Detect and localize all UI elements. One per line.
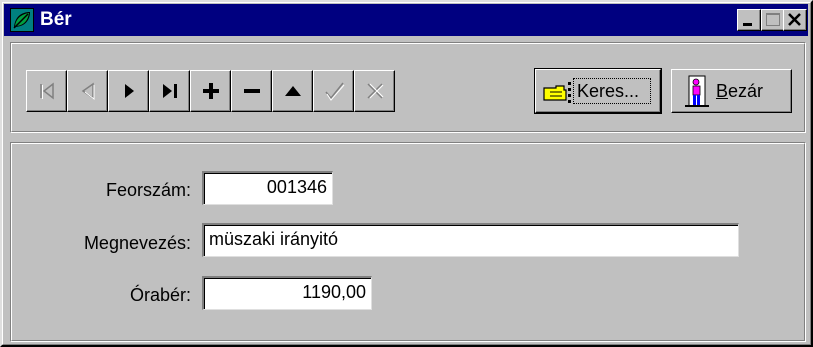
first-icon — [40, 82, 54, 100]
close-icon — [788, 13, 801, 26]
prior-icon — [81, 82, 95, 101]
application-window: Bér Keres... Bezár Feorszám: 001346 Megn… — [0, 0, 813, 347]
navigator-toolbar: Keres... Bezár — [10, 42, 806, 133]
post-record-button[interactable] — [313, 70, 354, 112]
maximize-icon — [766, 13, 780, 26]
delete-icon — [244, 89, 260, 93]
megnevezes-input[interactable]: müszaki irányitó — [202, 223, 739, 257]
feorszam-label: Feorszám: — [105, 180, 191, 200]
cancel-record-button[interactable] — [354, 70, 395, 112]
minimize-button[interactable] — [737, 9, 761, 31]
search-button[interactable]: Keres... — [534, 68, 662, 114]
delete-record-button[interactable] — [231, 70, 272, 112]
prior-record-button[interactable] — [67, 70, 108, 112]
last-record-button[interactable] — [149, 70, 190, 112]
oraber-label: Órabér: — [129, 285, 191, 305]
edit-record-button[interactable] — [272, 70, 313, 112]
insert-icon — [203, 83, 219, 99]
leaf-app-icon[interactable] — [10, 8, 34, 32]
first-record-button[interactable] — [26, 70, 67, 112]
window-title: Bér — [40, 9, 72, 30]
minimize-icon — [743, 23, 752, 26]
close-form-rest: ezár — [728, 81, 764, 101]
close-form-button-label: Bezár — [716, 81, 763, 102]
close-button[interactable] — [783, 9, 807, 31]
exit-door-icon — [685, 75, 709, 107]
maximize-button[interactable] — [761, 9, 785, 31]
pointing-hand-icon — [543, 82, 571, 103]
post-icon — [325, 82, 345, 101]
last-icon — [163, 84, 177, 98]
search-button-label: Keres... — [577, 81, 640, 101]
edit-icon — [285, 86, 301, 96]
record-panel: Feorszám: 001346 Megnevezés: müszaki irá… — [10, 142, 806, 342]
next-record-button[interactable] — [108, 70, 149, 112]
oraber-input[interactable]: 1190,00 — [202, 276, 372, 310]
feorszam-input[interactable]: 001346 — [202, 171, 333, 205]
title-bar[interactable]: Bér — [4, 4, 808, 36]
close-form-hotkey: B — [716, 81, 729, 101]
close-form-button[interactable]: Bezár — [671, 69, 792, 113]
insert-record-button[interactable] — [190, 70, 231, 112]
next-icon — [125, 84, 134, 98]
megnevezes-label: Megnevezés: — [83, 233, 191, 253]
cancel-icon — [367, 83, 384, 99]
